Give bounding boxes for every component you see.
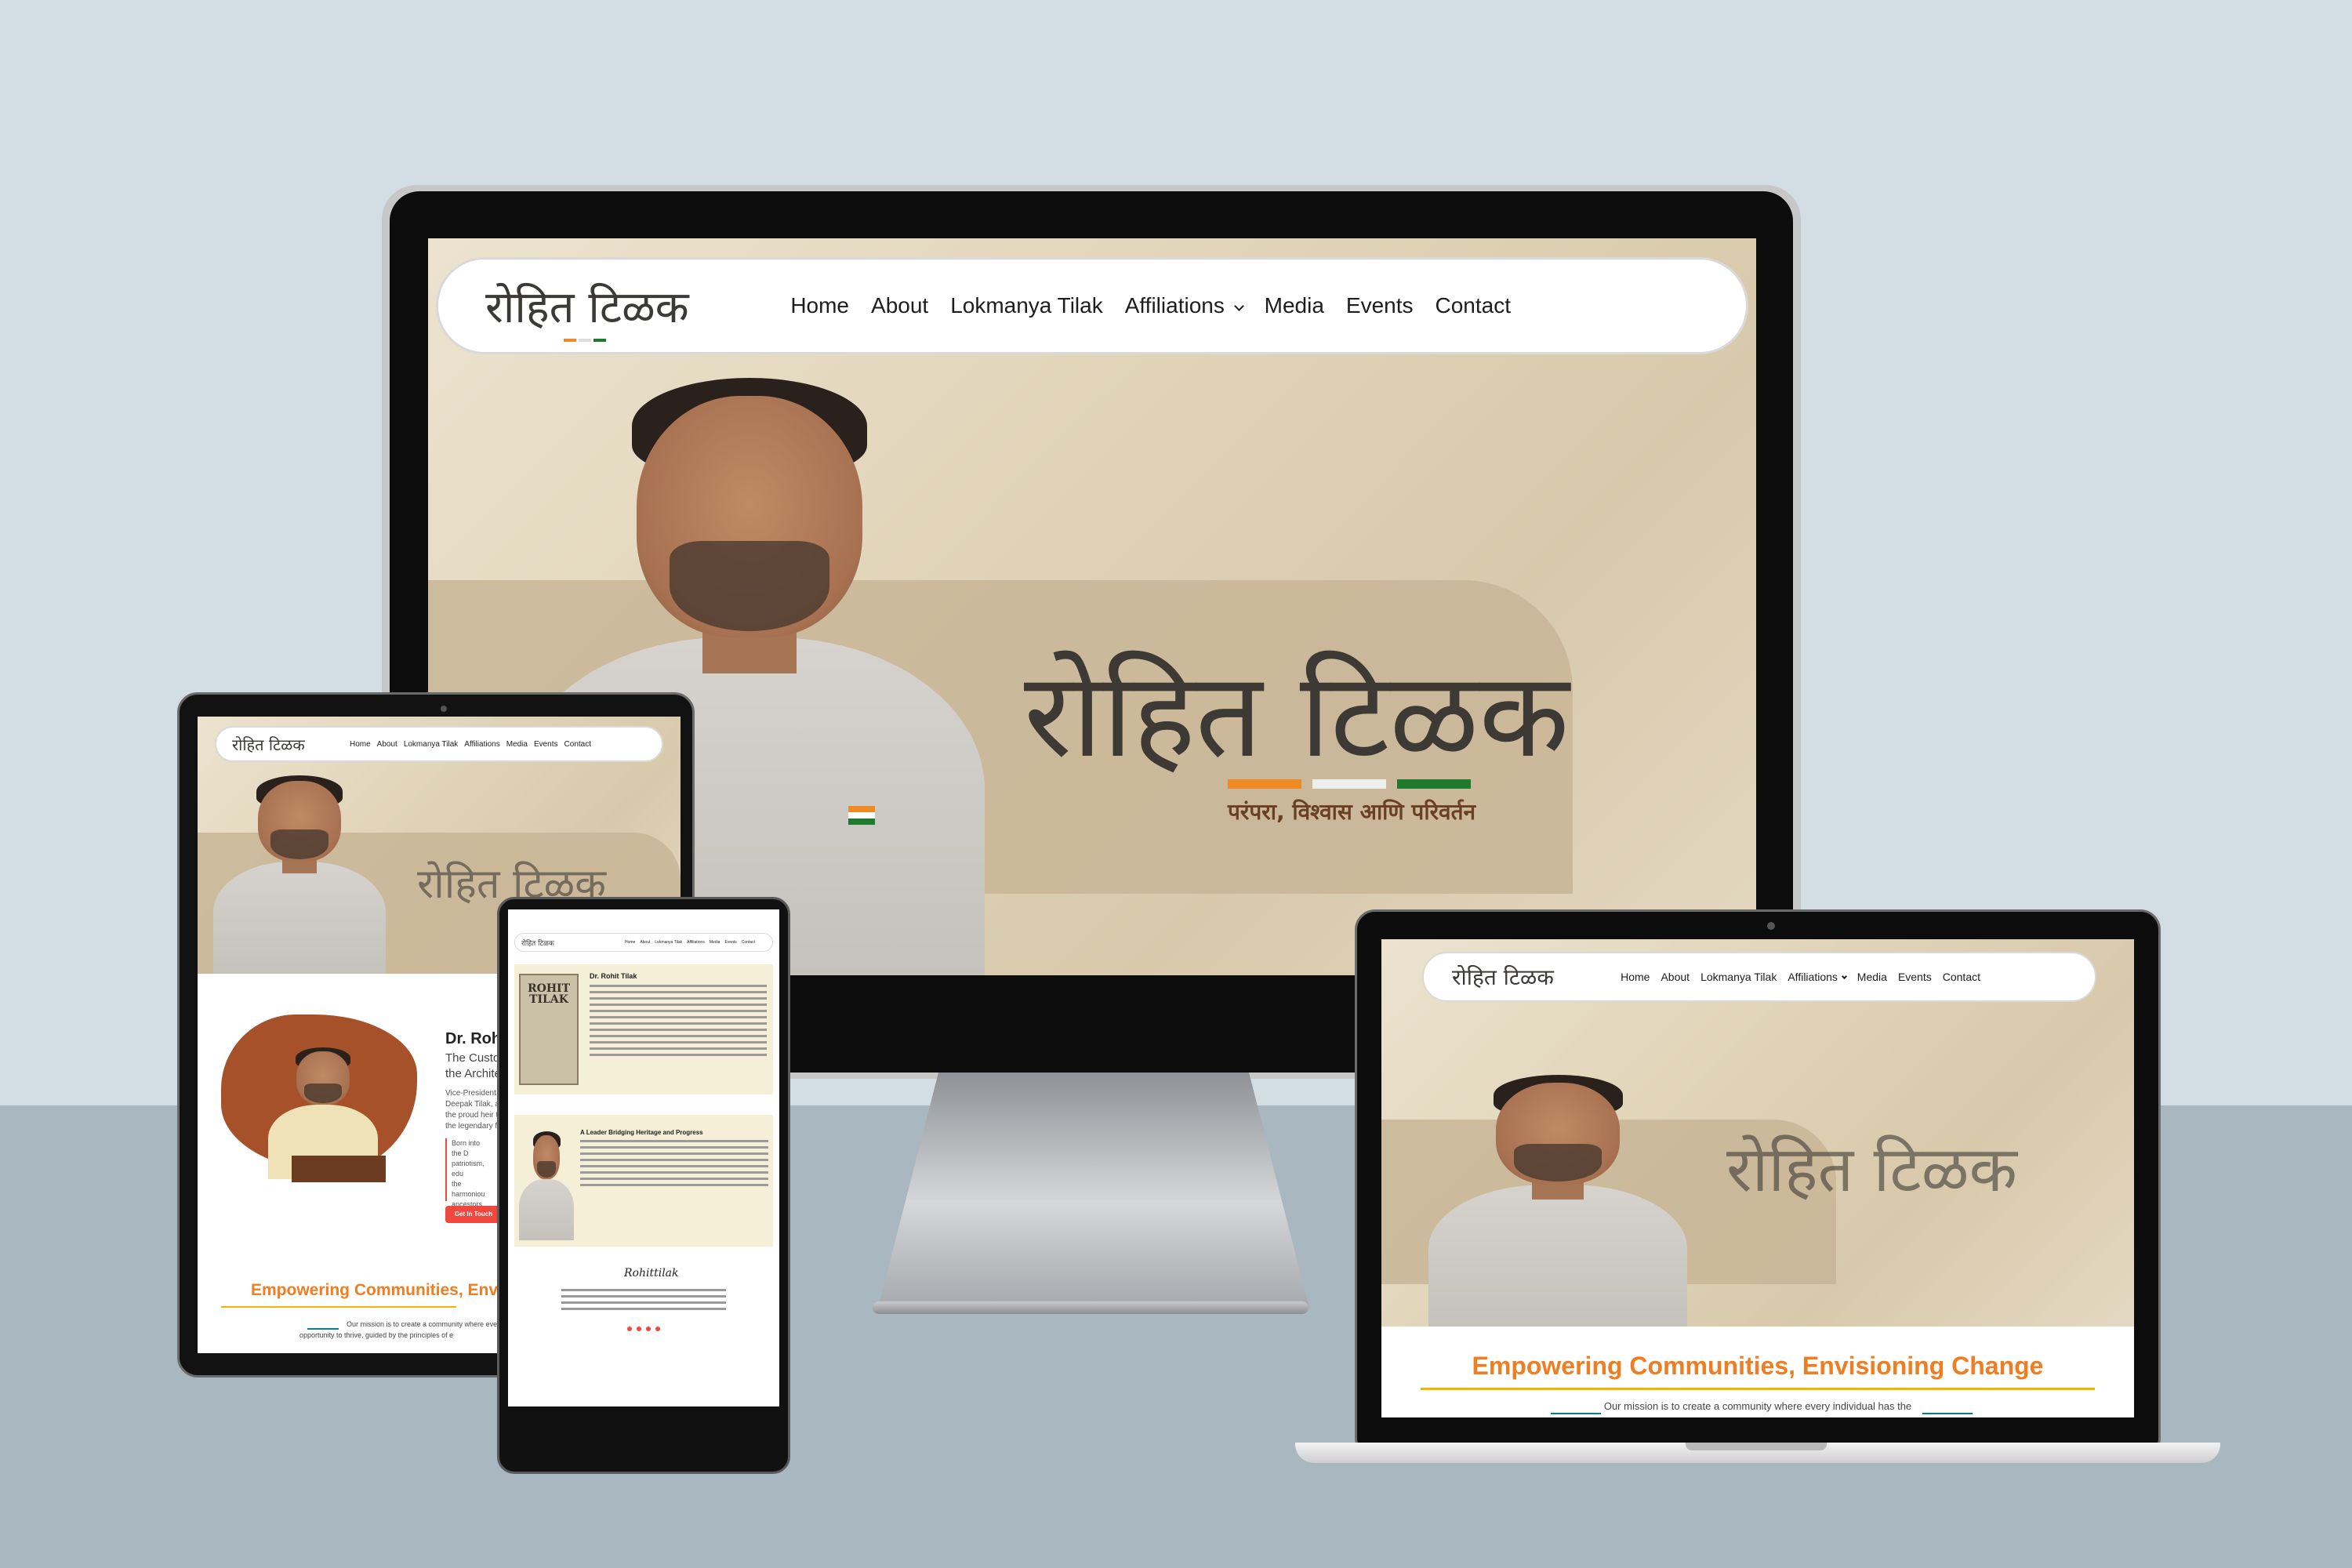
phone-leader-heading: A Leader Bridging Heritage and Progress: [580, 1129, 703, 1136]
flag-pin-icon: [848, 806, 875, 826]
hero-script-title: रोहित टिळक: [1024, 648, 1570, 784]
logo-text: रोहित टिळक: [485, 282, 689, 333]
phone-about-section: ROHIT TILAK Dr. Rohit Tilak: [514, 964, 773, 1094]
tablet-nav-events[interactable]: Events: [534, 740, 558, 749]
tablet-nav-contact[interactable]: Contact: [564, 740, 591, 749]
book-cover: ROHIT TILAK: [519, 974, 579, 1085]
nav-contact[interactable]: Contact: [1436, 293, 1512, 318]
footer-signature: Rohittilak: [624, 1267, 679, 1279]
nav-home[interactable]: Home: [790, 293, 849, 318]
phone-leader-section: A Leader Bridging Heritage and Progress: [514, 1115, 773, 1247]
nav-lokmanya-tilak[interactable]: Lokmanya Tilak: [950, 293, 1103, 318]
twitter-icon[interactable]: [646, 1327, 651, 1331]
youtube-icon[interactable]: [655, 1327, 660, 1331]
phone-nav-affiliations[interactable]: Affiliations: [687, 940, 705, 945]
laptop-nav-links: Home About Lokmanya Tilak Affiliations M…: [1621, 971, 1980, 983]
monitor-stand: [878, 1073, 1309, 1308]
laptop-nav-affiliations[interactable]: Affiliations: [1788, 971, 1847, 983]
phone-nav-home[interactable]: Home: [625, 940, 635, 945]
logo-tricolor: [564, 339, 606, 342]
tablet-mission-text: Our mission is to create a community whe…: [299, 1320, 517, 1339]
tablet-mission-heading: Empowering Communities, Env: [251, 1281, 499, 1299]
laptop-nav-about[interactable]: About: [1661, 971, 1690, 983]
phone-logo[interactable]: रोहित टिळक: [521, 938, 554, 948]
phone-footer: Rohittilak: [514, 1254, 773, 1364]
tablet-camera: [441, 706, 447, 712]
site-logo[interactable]: रोहित टिळक: [485, 276, 689, 342]
nav-events[interactable]: Events: [1346, 293, 1414, 318]
hero-tricolor: [1228, 779, 1471, 789]
laptop-nav-home[interactable]: Home: [1621, 971, 1650, 983]
laptop-mission-text: Our mission is to create a community whe…: [1603, 1400, 1912, 1412]
social-icons: [627, 1327, 660, 1331]
tablet-nav-lokmanya-tilak[interactable]: Lokmanya Tilak: [404, 740, 458, 749]
facebook-icon[interactable]: [627, 1327, 632, 1331]
nav-about[interactable]: About: [871, 293, 928, 318]
nav-links: Home About Lokmanya Tilak Affiliations M…: [790, 293, 1511, 318]
laptop-logo[interactable]: रोहित टिळक: [1452, 962, 1554, 992]
nav-affiliations-label: Affiliations: [1124, 293, 1225, 318]
laptop-nav: रोहित टिळक Home About Lokmanya Tilak Aff…: [1422, 952, 2096, 1002]
phone-nav-media[interactable]: Media: [710, 940, 720, 945]
laptop-mission-heading: Empowering Communities, Envisioning Chan…: [1472, 1352, 2044, 1380]
phone-screen: रोहित टिळक Home About Lokmanya Tilak Aff…: [508, 909, 779, 1406]
nav-media[interactable]: Media: [1265, 293, 1324, 318]
about-quote: Born into the Dpatriotism, edu the harmon…: [445, 1138, 485, 1218]
laptop-nav-contact[interactable]: Contact: [1943, 971, 1980, 983]
laptop-screen: रोहित टिळक Home About Lokmanya Tilak Aff…: [1381, 939, 2134, 1417]
phone-nav-contact[interactable]: Contact: [742, 940, 755, 945]
phone-nav: रोहित टिळक Home About Lokmanya Tilak Aff…: [514, 933, 773, 952]
tablet-nav-home[interactable]: Home: [350, 740, 371, 749]
phone-nav-links: Home About Lokmanya Tilak Affiliations M…: [625, 940, 755, 945]
phone-nav-lokmanya-tilak[interactable]: Lokmanya Tilak: [655, 940, 682, 945]
laptop-nav-events[interactable]: Events: [1898, 971, 1932, 983]
phone-nav-about[interactable]: About: [640, 940, 650, 945]
tablet-nav: रोहित टिळक Home About Lokmanya Tilak Aff…: [215, 726, 663, 762]
tablet-nav-media[interactable]: Media: [506, 740, 528, 749]
tablet-nav-about[interactable]: About: [377, 740, 397, 749]
phone-nav-events[interactable]: Events: [724, 940, 736, 945]
chevron-down-icon: [1233, 301, 1244, 311]
tablet-nav-links: Home About Lokmanya Tilak Affiliations M…: [350, 740, 591, 749]
laptop-hero: रोहित टिळक Home About Lokmanya Tilak Aff…: [1381, 939, 2134, 1327]
laptop-nav-lokmanya-tilak[interactable]: Lokmanya Tilak: [1700, 971, 1777, 983]
laptop-camera: [1767, 922, 1775, 930]
phone-about-heading: Dr. Rohit Tilak: [590, 972, 637, 980]
laptop-notch: [1686, 1443, 1827, 1450]
tablet-logo[interactable]: रोहित टिळक: [232, 734, 305, 755]
main-nav: रोहित टिळक Home About Lokmanya Tilak Aff…: [436, 257, 1748, 354]
nav-affiliations[interactable]: Affiliations: [1124, 293, 1244, 318]
hero-tagline: परंपरा, विश्वास आणि परिवर्तन: [1228, 799, 1476, 825]
phone-leader-photo: [519, 1131, 574, 1240]
chevron-down-icon: [1841, 973, 1847, 980]
monitor-base: [873, 1301, 1308, 1314]
laptop-portrait: [1428, 1073, 1687, 1327]
podium: [292, 1156, 386, 1182]
laptop-nav-media[interactable]: Media: [1857, 971, 1887, 983]
tablet-nav-affiliations[interactable]: Affiliations: [464, 740, 499, 749]
instagram-icon[interactable]: [637, 1327, 641, 1331]
laptop-script-title: रोहित टिळक: [1726, 1133, 2017, 1206]
tablet-portrait: [213, 773, 386, 974]
get-in-touch-button[interactable]: Get In Touch: [445, 1206, 502, 1223]
